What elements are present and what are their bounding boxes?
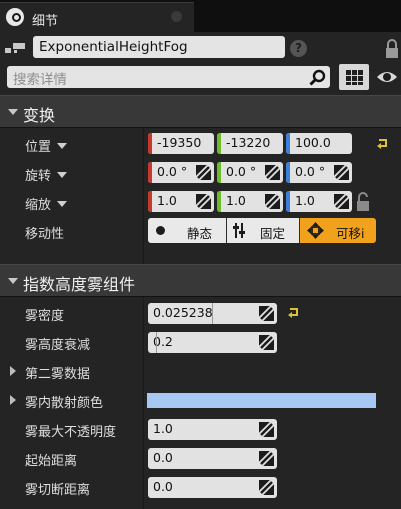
drag-handle-icon[interactable] [259,335,274,350]
drag-handle-icon[interactable] [196,165,211,180]
drag-handle-icon[interactable] [334,165,349,180]
property-matrix-button[interactable] [339,64,369,90]
fog-height-falloff-input[interactable]: 0.2 [148,332,277,353]
actor-name-row: ExponentialHeightFog ? [0,36,401,60]
drag-handle-icon[interactable] [196,194,211,209]
drag-handle-icon[interactable] [259,480,274,495]
dropdown-arrow-icon [57,172,68,178]
eye-icon[interactable] [376,68,398,86]
fog-cutoff-distance-label: 雾切断距离 [25,483,91,498]
reset-to-default-icon[interactable] [288,308,300,318]
drag-handle-icon[interactable] [259,422,274,437]
second-fog-data-row[interactable]: 第二雾数据 [0,357,401,386]
slider-fill-edge [212,303,213,324]
color-swatch[interactable] [147,393,376,408]
scale-row: 缩放 1.0 1.0 1.0 [0,188,401,217]
mobility-stationary-button[interactable]: 固定 [227,218,299,243]
section-exponential-height-fog[interactable]: 指数高度雾组件 [0,264,401,297]
move-arrows-icon [307,222,324,239]
location-x-input[interactable]: -19350 [148,133,214,154]
collapse-arrow-icon [8,278,18,284]
dropdown-arrow-icon [57,143,68,149]
section-title: 指数高度雾组件 [23,275,136,294]
scale-label[interactable]: 缩放 [25,194,68,213]
search-box[interactable]: 搜索详情 [7,66,330,88]
location-row: 位置 -19350 -13220 100.0 [0,130,401,159]
drag-handle-icon[interactable] [259,451,274,466]
rotation-z-input[interactable]: 0.0 ° [286,162,352,183]
fog-cutoff-distance-row: 雾切断距离 0.0 [0,473,401,502]
tab-details[interactable]: 细节 [0,2,194,32]
fog-max-opacity-label: 雾最大不透明度 [25,425,117,440]
collapse-arrow-icon [8,109,18,115]
stationary-icon [233,223,245,238]
mobility-movable-button[interactable]: 可移i [300,218,376,243]
actor-icon [5,43,25,53]
search-icon[interactable] [309,69,326,86]
start-distance-input[interactable]: 0.0 [148,448,277,469]
drag-handle-icon[interactable] [334,194,349,209]
dropdown-arrow-icon [57,201,68,207]
scale-y-input[interactable]: 1.0 [217,191,283,212]
location-label[interactable]: 位置 [25,136,68,155]
drag-handle-icon[interactable] [265,194,280,209]
actor-name-input[interactable]: ExponentialHeightFog [33,36,285,58]
fog-density-row: 雾密度 0.025238 [0,299,401,328]
tab-bar: 细节 [0,0,401,32]
location-z-input[interactable]: 100.0 [286,133,352,154]
search-input[interactable]: 搜索详情 [13,68,67,88]
drag-handle-icon[interactable] [265,165,280,180]
expand-arrow-icon[interactable] [10,366,16,376]
fog-density-input[interactable]: 0.025238 [148,303,277,324]
start-distance-label: 起始距离 [25,454,78,469]
scale-z-input[interactable]: 1.0 [286,191,352,212]
start-distance-row: 起始距离 0.0 [0,444,401,473]
static-icon [156,226,165,235]
section-transform[interactable]: 变换 [0,95,401,128]
mobility-selector[interactable]: 静态 固定 可移i [148,218,376,243]
location-y-input[interactable]: -13220 [217,133,283,154]
fog-cutoff-distance-input[interactable]: 0.0 [148,477,277,498]
help-icon[interactable]: ? [290,40,307,57]
fog-max-opacity-row: 雾最大不透明度 1.0 [0,415,401,444]
drag-handle-icon[interactable] [259,306,274,321]
section-title: 变换 [23,106,56,125]
close-icon[interactable] [171,11,182,22]
slider-fill-edge [156,332,157,353]
rotation-label[interactable]: 旋转 [25,165,68,184]
second-fog-data-label: 第二雾数据 [25,367,91,382]
rotation-y-input[interactable]: 0.0 ° [217,162,283,183]
mobility-label: 移动性 [25,227,65,242]
reset-to-default-icon[interactable] [377,139,389,149]
grid-icon [346,70,351,75]
unlock-icon[interactable] [356,192,370,212]
mobility-static-button[interactable]: 静态 [148,218,226,243]
fog-inscattering-color-label: 雾内散射颜色 [25,396,104,411]
scale-x-input[interactable]: 1.0 [148,191,214,212]
details-icon [6,8,24,26]
expand-arrow-icon[interactable] [10,395,16,405]
rotation-x-input[interactable]: 0.0 ° [148,162,214,183]
fog-max-opacity-input[interactable]: 1.0 [148,419,277,440]
fog-height-falloff-row: 雾高度衰减 0.2 [0,328,401,357]
tab-title: 细节 [32,14,59,29]
rotation-row: 旋转 0.0 ° 0.0 ° 0.0 ° [0,159,401,188]
fog-height-falloff-label: 雾高度衰减 [25,338,91,353]
fog-density-label: 雾密度 [25,309,65,324]
lock-icon[interactable] [384,38,400,60]
